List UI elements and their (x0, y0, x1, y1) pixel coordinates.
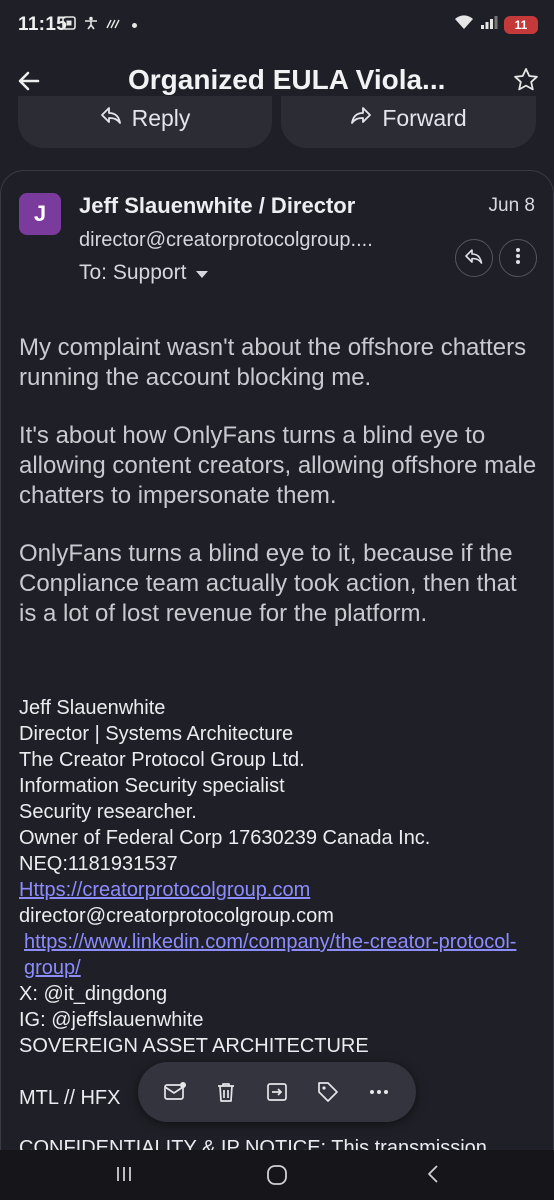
more-notifications-dot (132, 23, 137, 28)
wifi-icon (454, 14, 474, 35)
status-bar: 11:15 11 (0, 0, 554, 52)
signature-role: Director | Systems Architecture (19, 723, 294, 745)
forward-icon (350, 104, 372, 132)
label-tag-icon[interactable] (315, 1079, 341, 1105)
forward-label: Forward (382, 104, 467, 131)
back-nav-icon[interactable] (424, 1164, 444, 1184)
accessibility-icon (84, 16, 98, 35)
signature-tagline: SOVEREIGN ASSET ARCHITECTURE (19, 1035, 369, 1057)
signature-company: The Creator Protocol Group Ltd. (19, 749, 305, 771)
recipient-label: To: Support (79, 261, 187, 284)
more-horiz-icon[interactable] (366, 1079, 392, 1105)
recipient-details-toggle[interactable]: To: Support (79, 261, 209, 285)
signal-icon (480, 14, 498, 35)
message-body: My complaint wasn't about the offshore c… (19, 333, 539, 657)
system-icons: 11 (454, 14, 538, 35)
star-icon[interactable] (512, 66, 540, 94)
battery-indicator: 11 (504, 15, 538, 34)
email-subject-title: Organized EULA Viola... (128, 64, 446, 95)
chevron-down-icon (196, 270, 209, 278)
email-signature: Jeff Slauenwhite Director | Systems Arch… (19, 695, 539, 1111)
website-link[interactable]: Https://creatorprotocolgroup.com (19, 877, 539, 903)
body-paragraph: It's about how OnlyFans turns a blind ey… (19, 422, 537, 509)
reply-button[interactable]: Reply (18, 96, 272, 148)
screenshot-icon (62, 16, 76, 35)
recent-apps-icon[interactable] (114, 1164, 134, 1184)
delete-icon[interactable] (213, 1079, 239, 1105)
quick-actions: Reply Forward (0, 96, 554, 152)
notification-icons (62, 16, 137, 35)
forward-button[interactable]: Forward (281, 96, 536, 148)
signature-ig-handle: IG: @jeffslauenwhite (19, 1009, 204, 1031)
signature-neq: NEQ:1181931537 (19, 853, 178, 875)
signature-email: director@creatorprotocolgroup.com (19, 905, 334, 927)
reply-label: Reply (131, 104, 191, 131)
mark-unread-icon[interactable] (162, 1079, 188, 1105)
back-arrow-icon[interactable] (14, 66, 44, 96)
signature-line: Security researcher. (19, 801, 197, 823)
sender-address: director@creatorprotocolgroup.... (79, 229, 373, 251)
signature-name: Jeff Slauenwhite (19, 697, 166, 719)
message-reply-button[interactable] (455, 239, 493, 277)
signature-line: Information Security specialist (19, 775, 285, 797)
signature-x-handle: X: @it_dingdong (19, 983, 168, 1005)
sender-name[interactable]: Jeff Slauenwhite / Director (79, 193, 355, 219)
body-paragraph: My complaint wasn't about the offshore c… (19, 334, 527, 391)
move-to-folder-icon[interactable] (264, 1079, 290, 1105)
message-action-toolbar (138, 1062, 416, 1122)
system-nav-bar (0, 1150, 554, 1200)
signature-line: Owner of Federal Corp 17630239 Canada In… (19, 827, 431, 849)
sender-avatar[interactable]: J (19, 193, 61, 235)
status-time: 11:15 (18, 14, 68, 35)
reply-icon (464, 246, 484, 271)
message-card: J Jeff Slauenwhite / Director Jun 8 dire… (0, 170, 554, 1170)
home-icon[interactable] (266, 1164, 288, 1186)
message-date: Jun 8 (488, 195, 535, 216)
signal-strike-icon (106, 16, 120, 35)
linkedin-link[interactable]: https://www.linkedin.com/company/the-cre… (19, 929, 539, 981)
reply-icon (100, 104, 122, 132)
body-paragraph: OnlyFans turns a blind eye to it, becaus… (19, 540, 517, 627)
message-more-button[interactable] (499, 239, 537, 277)
more-vert-icon (508, 246, 528, 271)
